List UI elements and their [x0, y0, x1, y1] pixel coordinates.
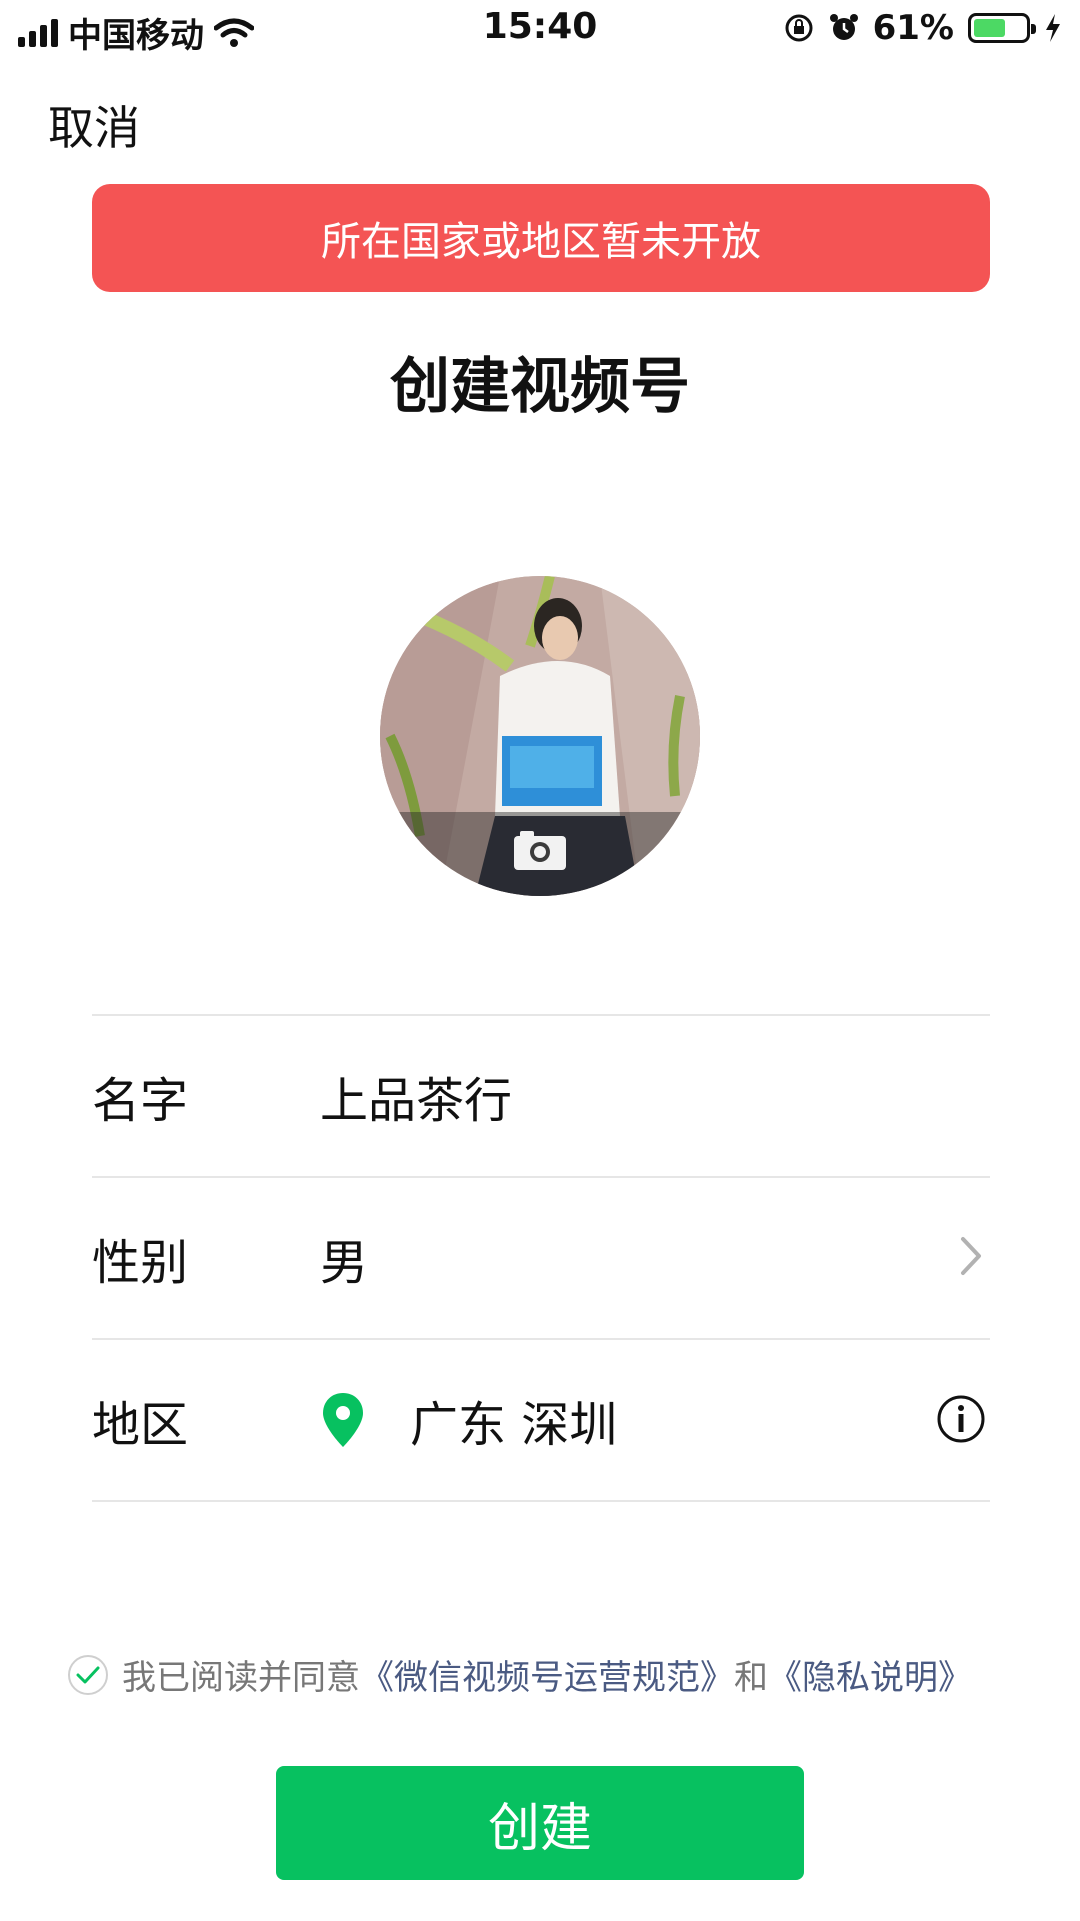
agreement-prefix: 我已阅读并同意	[122, 1658, 360, 1698]
agreement-and: 和	[734, 1658, 768, 1698]
battery-icon	[968, 13, 1036, 43]
status-right: 61%	[783, 8, 1062, 48]
agreement-checkbox[interactable]	[68, 1654, 108, 1695]
region-row[interactable]: 地区 广东 深圳	[92, 1340, 990, 1502]
location-pin-icon	[323, 1393, 363, 1447]
alarm-icon	[829, 14, 858, 40]
privacy-link[interactable]: 《隐私说明》	[768, 1650, 972, 1699]
battery-fill	[974, 19, 1005, 37]
region-value-wrap: 广东 深圳	[320, 1385, 990, 1455]
checkmark-icon	[76, 1666, 100, 1683]
avatar-picker[interactable]	[380, 576, 700, 896]
name-row[interactable]: 名字 上品茶行	[92, 1016, 990, 1178]
name-label: 名字	[92, 1073, 189, 1129]
camera-icon	[514, 831, 566, 870]
battery-percent: 61%	[872, 8, 954, 48]
chevron-right-icon	[961, 1237, 981, 1275]
status-bar: 中国移动 15:40 61%	[0, 0, 1080, 60]
gender-row[interactable]: 性别 男	[92, 1178, 990, 1340]
info-icon[interactable]	[936, 1394, 986, 1444]
name-input[interactable]: 上品茶行	[320, 1061, 990, 1131]
cancel-button[interactable]: 取消	[48, 92, 140, 158]
region-label: 地区	[92, 1397, 189, 1453]
region-value: 广东 深圳	[410, 1397, 618, 1453]
profile-form: 名字 上品茶行 性别 男 地区 广东 深圳	[92, 1014, 990, 1502]
rotation-lock-icon	[785, 14, 813, 42]
agreement-line: 我已阅读并同意 《微信视频号运营规范》 和 《隐私说明》	[68, 1650, 972, 1699]
gender-value: 男	[320, 1235, 369, 1291]
operation-rules-link[interactable]: 《微信视频号运营规范》	[360, 1650, 734, 1699]
gender-label: 性别	[92, 1235, 189, 1291]
create-button[interactable]: 创建	[276, 1766, 804, 1880]
charging-icon	[1046, 14, 1060, 42]
region-unavailable-banner: 所在国家或地区暂未开放	[92, 184, 990, 292]
page-title: 创建视频号	[390, 352, 690, 422]
